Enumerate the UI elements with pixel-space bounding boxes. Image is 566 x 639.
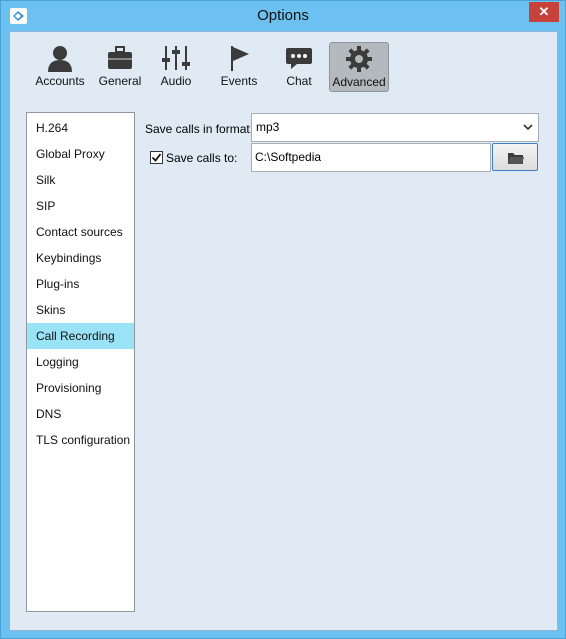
save-calls-checkbox[interactable] bbox=[150, 151, 163, 164]
mixer-sliders-icon bbox=[162, 46, 190, 70]
browse-folder-button[interactable] bbox=[492, 143, 538, 171]
sidebar-item-silk[interactable]: Silk bbox=[27, 167, 134, 193]
sidebar-item-keybindings[interactable]: Keybindings bbox=[27, 245, 134, 271]
save-format-label: Save calls in format: bbox=[145, 122, 254, 136]
folder-icon bbox=[508, 153, 524, 164]
close-button[interactable]: ✕ bbox=[529, 2, 559, 22]
sidebar-item-skins[interactable]: Skins bbox=[27, 297, 134, 323]
sidebar-item-h264[interactable]: H.264 bbox=[27, 115, 134, 141]
save-format-select[interactable]: mp3 bbox=[251, 113, 539, 142]
checkmark-icon bbox=[151, 153, 162, 162]
tab-label: Audio bbox=[160, 74, 192, 88]
person-icon bbox=[48, 46, 72, 72]
briefcase-icon bbox=[108, 46, 132, 69]
gear-icon bbox=[346, 46, 372, 72]
save-calls-label[interactable]: Save calls to: bbox=[166, 151, 237, 165]
chat-bubble-icon bbox=[286, 48, 312, 69]
options-window: Options ✕ Accounts General Audio Events … bbox=[0, 0, 566, 639]
sidebar-item-logging[interactable]: Logging bbox=[27, 349, 134, 375]
tab-general[interactable]: General bbox=[96, 42, 144, 92]
settings-category-list[interactable]: H.264 Global Proxy Silk SIP Contact sour… bbox=[26, 112, 135, 612]
flag-icon bbox=[231, 46, 249, 71]
sidebar-item-provisioning[interactable]: Provisioning bbox=[27, 375, 134, 401]
chevron-down-icon bbox=[523, 124, 533, 131]
tab-audio[interactable]: Audio bbox=[156, 42, 196, 92]
tab-label: Chat bbox=[286, 74, 312, 88]
tab-label: General bbox=[98, 74, 142, 88]
tab-label: Events bbox=[220, 74, 258, 88]
sidebar-item-sip[interactable]: SIP bbox=[27, 193, 134, 219]
options-panel: Accounts General Audio Events Chat Advan… bbox=[9, 31, 558, 631]
sidebar-item-plug-ins[interactable]: Plug-ins bbox=[27, 271, 134, 297]
save-format-value: mp3 bbox=[256, 120, 280, 134]
tab-accounts[interactable]: Accounts bbox=[32, 42, 88, 92]
sidebar-item-tls-configuration[interactable]: TLS configuration bbox=[27, 427, 134, 453]
sidebar-item-dns[interactable]: DNS bbox=[27, 401, 134, 427]
category-toolbar: Accounts General Audio Events Chat Advan… bbox=[10, 32, 557, 98]
window-title: Options bbox=[257, 7, 309, 24]
save-path-input[interactable]: C:\Softpedia bbox=[251, 143, 491, 172]
tab-events[interactable]: Events bbox=[216, 42, 262, 92]
title-bar[interactable]: Options ✕ bbox=[1, 1, 565, 31]
tab-chat[interactable]: Chat bbox=[281, 42, 317, 92]
tab-advanced[interactable]: Advanced bbox=[329, 42, 389, 92]
sidebar-item-contact-sources[interactable]: Contact sources bbox=[27, 219, 134, 245]
tab-label: Advanced bbox=[332, 75, 386, 89]
sidebar-item-call-recording[interactable]: Call Recording bbox=[27, 323, 134, 349]
sidebar-item-global-proxy[interactable]: Global Proxy bbox=[27, 141, 134, 167]
tab-label: Accounts bbox=[35, 74, 85, 88]
